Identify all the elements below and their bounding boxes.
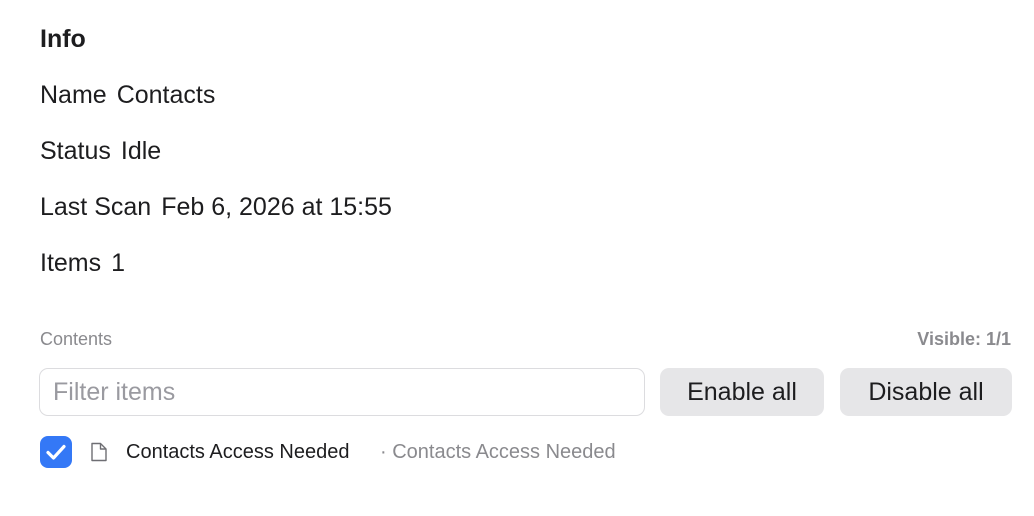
document-icon xyxy=(91,442,107,462)
checkmark-icon xyxy=(46,444,66,460)
item-title: Contacts Access Needed xyxy=(126,441,350,463)
status-value: Idle xyxy=(120,137,162,165)
visible-count: Visible: 1/1 xyxy=(917,329,1011,349)
enable-all-button[interactable]: Enable all xyxy=(660,368,824,416)
item-enabled-checkbox[interactable] xyxy=(40,436,72,468)
contents-label: Contents xyxy=(40,329,113,349)
info-status-row: Status Idle xyxy=(40,134,161,168)
info-heading: Info xyxy=(40,25,86,53)
info-name-row: Name Contacts xyxy=(40,78,215,112)
filter-items-input[interactable] xyxy=(39,368,645,416)
disable-all-button[interactable]: Disable all xyxy=(840,368,1012,416)
contacts-detail-panel: Info Name Contacts Status Idle Last Scan Fe… xyxy=(0,0,1034,516)
last-scan-value: Feb 6, 2026 at 15:55 xyxy=(161,193,392,221)
last-scan-label: Last Scan xyxy=(40,193,152,221)
items-value: 1 xyxy=(111,249,126,277)
info-items-row: Items 1 xyxy=(40,246,125,280)
list-item: Contacts Access Needed · Contacts Access… xyxy=(40,436,1000,468)
name-value: Contacts xyxy=(116,81,216,109)
status-label: Status xyxy=(40,137,111,165)
items-label: Items xyxy=(40,249,102,277)
contents-header: Contents Visible: 1/1 xyxy=(40,326,1011,352)
item-subtitle: · Contacts Access Needed xyxy=(380,441,616,463)
info-last-scan-row: Last Scan Feb 6, 2026 at 15:55 xyxy=(40,190,392,224)
name-label: Name xyxy=(40,81,107,109)
